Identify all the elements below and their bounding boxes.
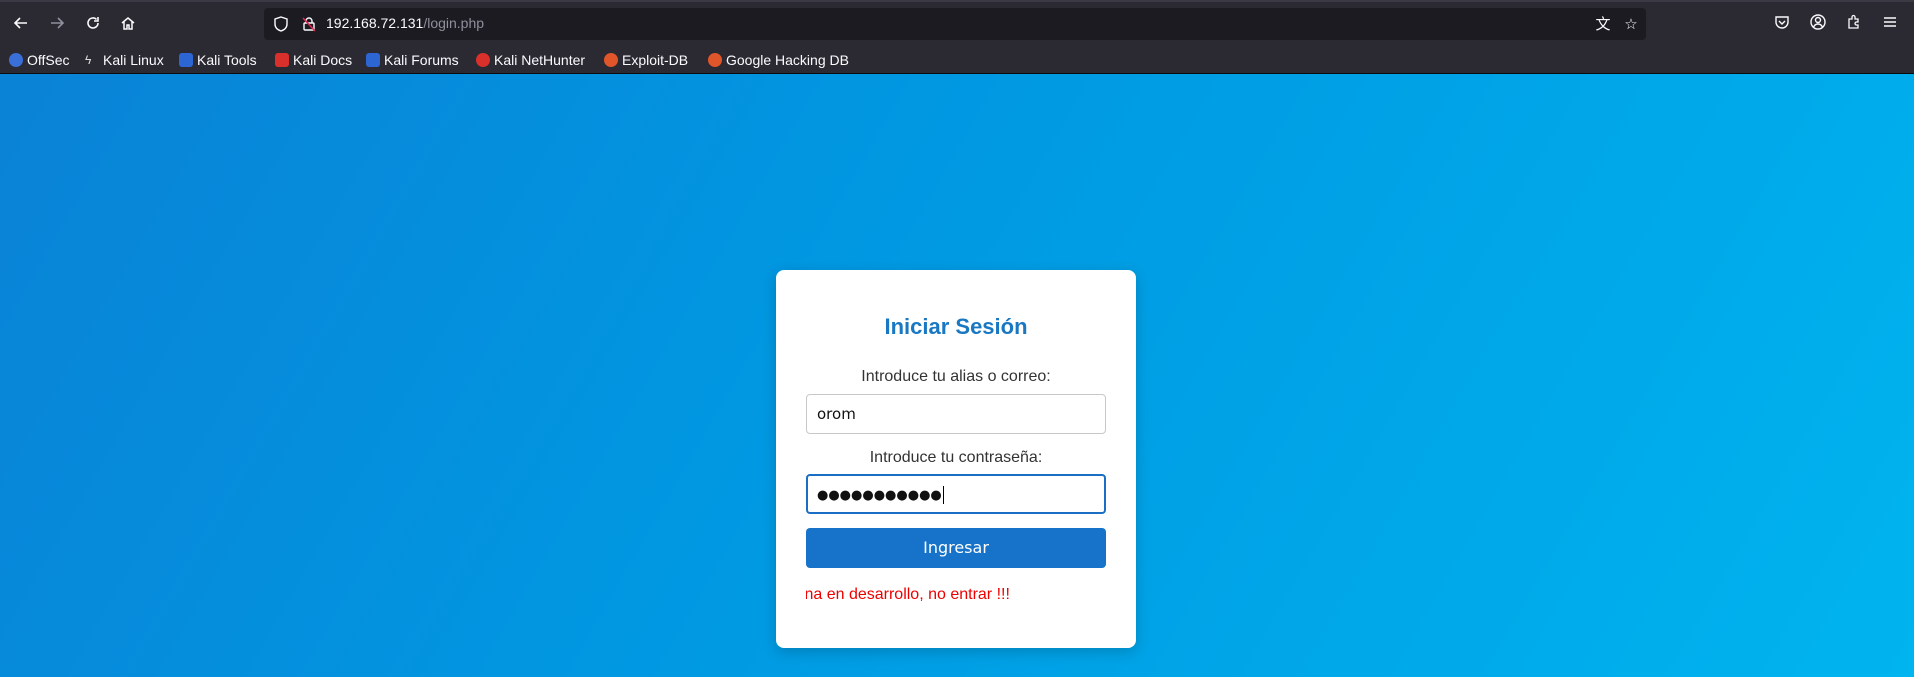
kali-docs-icon <box>275 53 289 67</box>
kali-dragon-icon: ϟ <box>85 53 92 67</box>
back-button[interactable] <box>10 12 32 34</box>
insecure-lock-icon[interactable] <box>300 15 318 33</box>
home-icon <box>121 17 135 30</box>
exploit-db-icon <box>604 53 618 67</box>
bookmark-kali-tools[interactable]: Kali Tools <box>179 50 257 70</box>
reload-icon <box>87 17 99 29</box>
url-text[interactable]: 192.168.72.131/login.php <box>326 15 484 31</box>
kali-tools-icon <box>179 53 193 67</box>
offsec-icon <box>9 53 23 67</box>
bookmarks-toolbar: OffSec ϟ Kali Linux Kali Tools Kali Docs … <box>0 46 1914 74</box>
url-host: 192.168.72.131 <box>326 15 424 31</box>
forward-button[interactable] <box>46 12 68 34</box>
url-path: /login.php <box>423 15 485 31</box>
extensions-icon[interactable] <box>1844 14 1864 34</box>
bookmark-offsec[interactable]: OffSec <box>9 50 70 70</box>
shield-icon[interactable] <box>272 15 290 33</box>
browser-toolbar: 192.168.72.131/login.php 文 ☆ <box>0 0 1914 46</box>
kali-nethunter-icon <box>476 53 490 67</box>
text-caret <box>942 485 944 504</box>
password-label: Introduce tu contraseña: <box>869 449 1043 466</box>
bookmark-label: Kali Forums <box>384 52 459 68</box>
bookmark-label: Google Hacking DB <box>726 52 849 68</box>
pocket-icon[interactable] <box>1772 14 1792 34</box>
reload-button[interactable] <box>82 12 104 34</box>
bookmark-kali-docs[interactable]: Kali Docs <box>275 50 352 70</box>
star-icon[interactable]: ☆ <box>1622 15 1640 33</box>
password-value: ●●●●●●●●●●● <box>817 488 942 503</box>
menu-icon[interactable] <box>1880 14 1900 34</box>
bookmark-kali-forums[interactable]: Kali Forums <box>366 50 459 70</box>
bookmark-label: Kali Docs <box>293 52 353 68</box>
bookmark-label: OffSec <box>27 52 70 68</box>
bookmark-label: Kali NetHunter <box>494 52 586 68</box>
username-label: Introduce tu alias o correo: <box>861 368 1051 385</box>
username-input[interactable]: orom <box>806 394 1106 434</box>
bookmark-kali-nethunter[interactable]: Kali NetHunter <box>476 50 585 70</box>
bookmark-label: Kali Tools <box>197 52 257 68</box>
bookmark-label: Exploit-DB <box>622 52 689 68</box>
login-title: Iniciar Sesión <box>884 314 1028 339</box>
login-card: Iniciar Sesión Introduce tu alias o corr… <box>776 270 1136 648</box>
bookmark-label: Kali Linux <box>103 52 164 68</box>
arrow-left-icon <box>13 17 27 29</box>
warning-text: gina en desarrollo, no entrar !!! <box>806 586 1010 603</box>
warning-marquee: gina en desarrollo, no entrar !!! <box>806 586 1106 608</box>
arrow-right-icon <box>51 17 65 29</box>
bookmark-google-hacking-db[interactable]: Google Hacking DB <box>708 50 849 70</box>
url-bar[interactable]: 192.168.72.131/login.php 文 ☆ <box>264 8 1646 40</box>
page-background: Iniciar Sesión Introduce tu alias o corr… <box>0 74 1914 677</box>
submit-button[interactable]: Ingresar <box>806 528 1106 568</box>
username-value: orom <box>817 405 856 423</box>
password-input[interactable]: ●●●●●●●●●●● <box>806 474 1106 514</box>
bookmark-exploit-db[interactable]: Exploit-DB <box>604 50 688 70</box>
home-button[interactable] <box>117 12 139 34</box>
ghdb-icon <box>708 53 722 67</box>
bookmark-kali-linux[interactable]: ϟ Kali Linux <box>85 50 164 70</box>
account-icon[interactable] <box>1808 14 1828 34</box>
kali-forums-icon <box>366 53 380 67</box>
translate-icon[interactable]: 文 <box>1594 15 1612 33</box>
